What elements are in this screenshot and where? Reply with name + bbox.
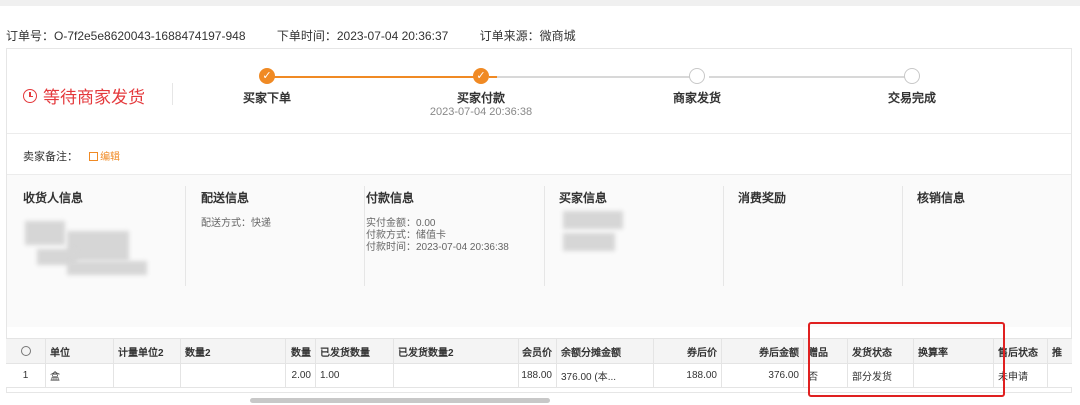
order-meta: 订单号：O-7f2e5e8620043-1688474197-948 下单时间：… (6, 27, 604, 44)
payment-amount: 实付金额：0.00 (366, 218, 436, 229)
horizontal-scrollbar[interactable] (250, 398, 550, 403)
step-done-icon: ✓ (473, 68, 489, 84)
cell-qty: 2.00 (286, 364, 316, 387)
status-text: 等待商家发货 (43, 88, 145, 107)
cell-qty2 (181, 364, 286, 387)
reward-title: 消费奖励 (738, 191, 787, 205)
progress-line-todo-2 (709, 76, 909, 78)
step-label: 买家下单 (242, 91, 291, 105)
order-status: 等待商家发货 (23, 83, 145, 108)
status-divider (172, 83, 173, 105)
info-panel (7, 175, 1071, 327)
cell-shipped-qty: 1.00 (316, 364, 394, 387)
payment-title: 付款信息 (366, 191, 415, 205)
step-label: 买家付款 (456, 91, 505, 105)
column-header: 券后金额 (722, 339, 804, 363)
step-label: 交易完成 (887, 91, 936, 105)
divider (7, 133, 1071, 134)
row-index: 1 (6, 364, 46, 387)
order-number: 订单号：O-7f2e5e8620043-1688474197-948 (6, 29, 246, 43)
gear-icon (20, 346, 31, 356)
column-settings-button[interactable] (6, 339, 46, 363)
progress-line-todo-1 (497, 76, 697, 78)
column-header: 数量2 (181, 339, 286, 363)
blurred-receiver-name (25, 221, 65, 245)
cell-shipped-qty2 (394, 364, 519, 387)
column-header: 单位 (46, 339, 114, 363)
column-header: 券后价 (654, 339, 722, 363)
cell-coupon-price: 188.00 (654, 364, 722, 387)
reward-info: 消费奖励 (738, 189, 786, 218)
blurred-receiver-address-2 (67, 261, 147, 275)
blurred-buyer-avatar (563, 211, 623, 229)
step-done-icon: ✓ (259, 68, 275, 84)
delivery-title: 配送信息 (201, 191, 250, 205)
receiver-title: 收货人信息 (23, 191, 84, 205)
column-header: 推 (1052, 347, 1062, 359)
step-time: 2023-07-04 20:36:38 (429, 106, 533, 118)
cell-coupon-amount: 376.00 (722, 364, 804, 387)
cell-member-price: 188.00 (519, 364, 557, 387)
column-divider (364, 186, 365, 286)
column-divider (185, 186, 186, 286)
cell-unit: 盒 (46, 364, 114, 387)
verify-info: 核销信息 (917, 189, 965, 218)
step-label: 商家发货 (672, 91, 721, 105)
column-header: 计量单位2 (114, 339, 181, 363)
buyer-title: 买家信息 (559, 191, 608, 205)
receiver-info: 收货人信息 (23, 189, 83, 218)
column-header: 余额分摊金额 (557, 339, 654, 363)
column-header: 数量 (286, 339, 316, 363)
seller-remark: 卖家备注： 编辑 (23, 148, 120, 164)
cell-balance-amount: 376.00 (本... (557, 364, 654, 387)
delivery-info: 配送信息 配送方式：快递 (201, 189, 271, 230)
column-header: 已发货数量 (316, 339, 394, 363)
order-time: 下单时间：2023-07-04 20:36:37 (276, 29, 449, 43)
payment-method: 付款方式：储值卡 (366, 230, 446, 241)
step-pending-icon (904, 68, 920, 84)
delivery-method: 配送方式：快递 (201, 218, 271, 229)
clock-icon (23, 88, 37, 103)
highlight-box (808, 322, 1005, 397)
remark-label: 卖家备注： (23, 151, 78, 163)
verify-title: 核销信息 (917, 191, 966, 205)
blurred-buyer-name (563, 233, 615, 251)
column-divider (723, 186, 724, 286)
column-divider (544, 186, 545, 286)
order-source: 订单来源：微商城 (479, 29, 576, 43)
payment-time: 付款时间：2023-07-04 20:36:38 (366, 242, 509, 253)
edit-label: 编辑 (100, 152, 121, 163)
top-bar (0, 0, 1080, 6)
edit-remark-button[interactable]: 编辑 (89, 152, 120, 163)
edit-icon (89, 152, 99, 161)
column-divider (902, 186, 903, 286)
step-pending-icon (689, 68, 705, 84)
cell-extra (1048, 364, 1072, 387)
cell-unit2 (114, 364, 181, 387)
payment-info: 付款信息 实付金额：0.00 付款方式：储值卡 付款时间：2023-07-04 … (366, 189, 509, 254)
column-header: 会员价 (519, 339, 557, 363)
column-header: 已发货数量2 (394, 339, 519, 363)
